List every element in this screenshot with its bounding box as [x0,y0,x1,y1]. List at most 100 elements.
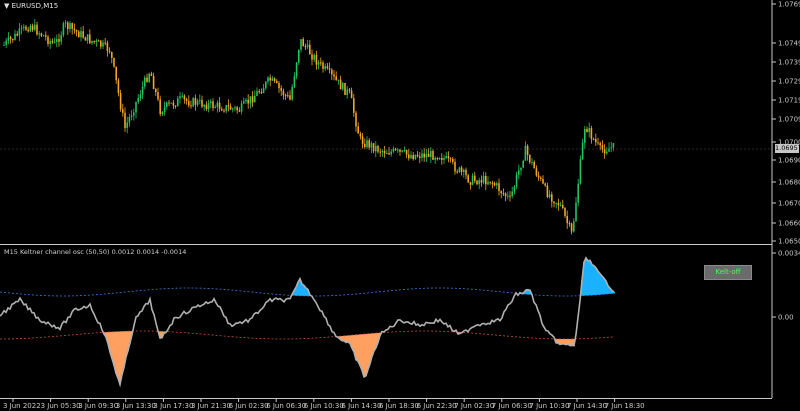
candle-body [458,167,461,172]
candle-body [161,112,164,114]
candle-body [170,102,172,104]
candle-body [559,204,562,206]
candle-body [289,95,291,100]
candle-body [102,42,104,47]
candle-body [551,194,553,202]
candle-body [399,149,401,152]
candle-body [245,99,247,102]
candle-body [309,44,311,55]
time-tick-label: 3 Jun 09:30 [78,402,118,410]
candle-body [313,55,315,60]
candle-body [225,105,227,112]
time-axis: 3 Jun 2022 3 Jun 05:303 Jun 09:303 Jun 13… [3,398,645,410]
candle-body [203,104,205,107]
candle-body [291,86,293,100]
candle-body [573,221,575,232]
candle-body [586,129,588,133]
candle-body [7,37,10,41]
candle-body [183,95,186,100]
candle-body [526,145,529,155]
candle-body [603,149,606,154]
candle-body [227,105,230,107]
candle-body [293,76,296,87]
candle-body [159,99,161,114]
candle-body [201,99,203,107]
candle-body [460,167,463,172]
candle-body [166,102,168,107]
candle-body [500,191,502,194]
candle-body [403,150,406,152]
candle-body [157,92,159,100]
candle-body [146,77,148,82]
candle-body [478,180,480,185]
candle-body [507,195,509,197]
time-tick-label: 6 Jun 06:30 [266,402,306,410]
candle-body [284,95,287,97]
candle-body [566,216,568,224]
price-tick-label: 1.07495 [778,40,800,48]
candle-body [447,156,450,159]
candle-body [38,33,40,35]
candle-body [386,152,388,154]
candle-body [471,175,474,185]
candle-body [84,37,87,41]
oscillator-title: M15 Keltner channel osc (50,50) 0.0012 0… [4,248,187,256]
osc-tick-label: 0.0034 [778,250,800,258]
candle-body [355,112,357,127]
time-tick-label: 3 Jun 13:30 [116,402,156,410]
candle-body [575,202,577,222]
candle-body [476,180,478,185]
candle-body [196,100,199,105]
candle-body [410,155,412,159]
candle-body [434,157,436,160]
candle-body [42,35,45,37]
candle-body [577,183,579,203]
candle-body [214,106,216,108]
candle-body [80,31,82,38]
candle-body [397,149,399,151]
candle-body [520,167,522,171]
candle-body [469,182,472,185]
candle-body [49,41,51,44]
oscillator-line [0,256,615,388]
candle-body [489,181,491,183]
candle-body [9,37,12,40]
candle-body [91,40,93,44]
candle-body [337,79,340,81]
candle-body [47,36,49,44]
time-tick-label: 6 Jun 18:30 [379,402,419,410]
candle-body [236,107,238,111]
time-tick-label: 7 Jun 02:30 [454,402,494,410]
candle-body [174,105,177,107]
chart-canvas[interactable]: 1.07695 1.07495 1.07395 1.07295 1.07195 1.070… [0,0,800,411]
candle-body [320,62,322,64]
candle-body [126,122,128,128]
symbol-label[interactable]: ▼ EURUSD,M15 [4,2,58,10]
price-candles [0,19,772,235]
candle-body [111,51,113,58]
price-tick-label: 1.06700 [778,200,800,208]
candle-body [416,154,419,157]
candle-body [493,183,496,186]
candle-body [540,177,542,179]
candle-body [119,93,122,110]
candle-body [595,138,597,143]
candle-body [20,27,23,29]
candle-body [240,103,243,112]
kelt-off-button[interactable]: Kelt-off [704,265,752,280]
candle-body [579,159,582,184]
candle-body [152,75,155,89]
time-tick-label: 3 Jun 21:30 [191,402,231,410]
price-tick-label: 1.06900 [778,157,800,165]
candle-body [335,76,337,81]
candle-body [256,91,258,96]
candle-body [232,108,234,110]
candle-body [106,42,109,52]
candle-body [135,101,137,113]
candle-body [5,40,7,45]
candle-body [546,185,549,198]
candle-body [454,161,456,172]
current-price-tag: 1.06957 [775,144,800,153]
candle-body [128,116,131,123]
candle-body [445,156,447,159]
